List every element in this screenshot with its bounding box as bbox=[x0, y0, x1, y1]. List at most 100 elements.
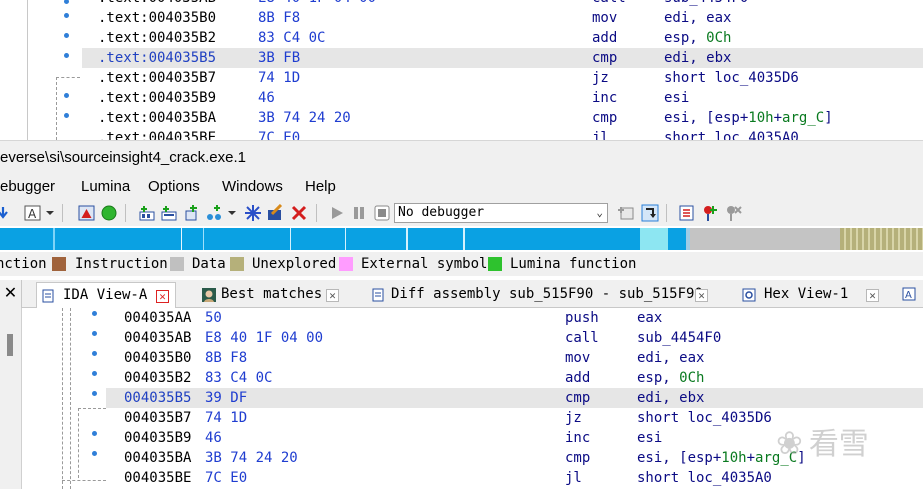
tab-close-icon[interactable]: ✕ bbox=[326, 289, 339, 302]
step-into-icon[interactable] bbox=[641, 204, 659, 222]
listing-row[interactable]: 004035B2 83 C4 0C add esp, 0Ch bbox=[106, 368, 923, 388]
watermark-text: 看雪 bbox=[808, 427, 869, 462]
legend-label-instruction: Instruction bbox=[75, 256, 168, 272]
operand: short loc_4035A0 bbox=[664, 130, 799, 140]
chevron-down-icon: ⌄ bbox=[596, 206, 603, 219]
nav-segment bbox=[406, 228, 408, 250]
tab-diff-assembly[interactable]: Diff assembly sub_515F90 - sub_515F90 ✕ bbox=[369, 282, 719, 308]
tab-close-icon[interactable]: ✕ bbox=[156, 290, 169, 303]
breakpoint-warning-icon[interactable] bbox=[78, 204, 96, 222]
legend-swatch-unexplored bbox=[230, 257, 244, 271]
listing-row[interactable]: .text:004035B7 74 1D jz short loc_4035D6 bbox=[82, 68, 923, 88]
operand: esp, 0Ch bbox=[637, 370, 705, 386]
opcode-bytes: 83 C4 0C bbox=[205, 370, 273, 386]
opcode-bytes: E8 40 1F 04 00 bbox=[205, 330, 324, 346]
debugger-select[interactable]: No debugger ⌄ bbox=[394, 203, 608, 223]
address: 004035AB bbox=[124, 330, 192, 346]
xref-star-icon[interactable] bbox=[244, 204, 262, 222]
delete-breakpoint-icon[interactable] bbox=[724, 204, 742, 222]
operand: short loc_4035A0 bbox=[637, 470, 772, 486]
mnemonic: jl bbox=[592, 130, 609, 140]
listing-row[interactable]: 004035AB E8 40 1F 04 00 call sub_4454F0 bbox=[106, 328, 923, 348]
opcode-bytes: 7C E0 bbox=[205, 470, 248, 486]
listing-row[interactable]: 004035B0 8B F8 mov edi, eax bbox=[106, 348, 923, 368]
dropdown-arrow-icon[interactable] bbox=[226, 204, 238, 222]
watermark-logo: ❀ 看雪 bbox=[776, 424, 869, 462]
menu-help[interactable]: Help bbox=[305, 174, 336, 200]
legend-swatch-lumina-function bbox=[488, 257, 502, 271]
close-icon[interactable]: ✕ bbox=[0, 280, 22, 308]
create-function-icon[interactable] bbox=[138, 204, 156, 222]
toggle-breakpoint-icon[interactable] bbox=[701, 204, 719, 222]
navigation-band[interactable] bbox=[0, 228, 923, 250]
tab-ida-view-a[interactable]: IDA View-A ✕ bbox=[36, 282, 176, 308]
menu-debugger[interactable]: ebugger bbox=[0, 174, 55, 200]
address: 004035B0 bbox=[124, 350, 192, 366]
flow-dot bbox=[92, 391, 97, 396]
nav-segment bbox=[290, 228, 291, 250]
mnemonic: add bbox=[592, 30, 618, 46]
structures-icon[interactable]: A bbox=[902, 287, 916, 301]
flow-dot bbox=[92, 371, 97, 376]
listing-row-selected[interactable]: .text:004035B5 3B FB cmp edi, ebx bbox=[82, 48, 923, 68]
edit-patch-icon[interactable] bbox=[266, 204, 284, 222]
nav-segment bbox=[0, 228, 180, 250]
listing-row[interactable]: .text:004035B2 83 C4 0C add esp, 0Ch bbox=[82, 28, 923, 48]
tab-label: Diff assembly sub_515F90 - sub_515F90 bbox=[391, 286, 703, 302]
tab-label: IDA View-A bbox=[63, 287, 148, 303]
listing-row[interactable]: 004035BE 7C E0 jl short loc_4035A0 bbox=[106, 468, 923, 488]
arrow-down-icon[interactable] bbox=[0, 204, 12, 222]
avatar-icon bbox=[202, 288, 216, 302]
mnemonic: add bbox=[565, 370, 591, 386]
listing-row[interactable]: 004035AA 50 push eax bbox=[106, 308, 923, 328]
jump-arrow bbox=[70, 308, 71, 489]
mnemonic: inc bbox=[565, 430, 591, 446]
side-scrollbar[interactable] bbox=[0, 308, 22, 489]
operand: short loc_4035D6 bbox=[664, 70, 799, 86]
scroll-thumb[interactable] bbox=[7, 334, 13, 356]
menu-options[interactable]: Options bbox=[148, 174, 200, 200]
toolbar-separator bbox=[316, 204, 317, 222]
toolbar: A No debugger ⌄ bbox=[0, 200, 923, 226]
listing-row[interactable]: .text:004035B0 8B F8 mov edi, eax bbox=[82, 8, 923, 28]
listing-row-selected[interactable]: 004035B5 39 DF cmp edi, ebx bbox=[106, 388, 923, 408]
tab-best-matches[interactable]: Best matches ✕ bbox=[200, 282, 350, 308]
operand: edi, ebx bbox=[637, 390, 705, 406]
tab-hex-view-1[interactable]: Hex View-1 ✕ bbox=[740, 282, 890, 308]
listing-row[interactable]: .text:004035BA 3B 74 24 20 cmp esi, [esp+10… bbox=[82, 108, 923, 128]
mnemonic: push bbox=[565, 310, 599, 326]
operand: edi, ebx bbox=[664, 50, 732, 66]
flow-gutter bbox=[0, 0, 82, 140]
listing-row[interactable]: .text:004035B9 46 inc esi bbox=[82, 88, 923, 108]
flow-dot bbox=[64, 93, 69, 98]
flow-dot bbox=[64, 33, 69, 38]
document-icon bbox=[372, 288, 384, 302]
address: 004035B7 bbox=[124, 410, 192, 426]
attach-process-icon[interactable] bbox=[617, 204, 635, 222]
svg-text:A: A bbox=[905, 290, 912, 301]
breakpoint-list-icon[interactable] bbox=[678, 204, 696, 222]
color-legend: nction Instruction Data Unexplored Exter… bbox=[0, 252, 923, 276]
delete-x-icon[interactable] bbox=[290, 204, 308, 222]
run-green-icon[interactable] bbox=[100, 204, 118, 222]
menu-lumina[interactable]: Lumina bbox=[81, 174, 130, 200]
tab-bar: IDA View-A ✕ Best matches ✕ Diff assembl… bbox=[22, 280, 923, 308]
toolbar-separator bbox=[666, 204, 667, 222]
tab-close-icon[interactable]: ✕ bbox=[695, 289, 708, 302]
play-icon[interactable] bbox=[328, 204, 346, 222]
address: .text:004035B2 bbox=[98, 30, 217, 46]
add-segment-icon[interactable] bbox=[183, 204, 201, 222]
stop-icon[interactable] bbox=[373, 204, 391, 222]
menu-windows[interactable]: Windows bbox=[222, 174, 283, 200]
listing-row[interactable]: .text:004035AB E8 40 1F 04 00 call sub_4454… bbox=[82, 0, 923, 8]
dropdown-arrow-icon[interactable] bbox=[44, 204, 56, 222]
flow-dot bbox=[64, 113, 69, 118]
pause-icon[interactable] bbox=[350, 204, 368, 222]
create-struct-icon[interactable] bbox=[160, 204, 178, 222]
tab-close-icon[interactable]: ✕ bbox=[866, 289, 879, 302]
text-view-icon[interactable]: A bbox=[24, 204, 42, 222]
graph-add-icon[interactable] bbox=[205, 204, 223, 222]
opcode-bytes: 46 bbox=[205, 430, 222, 446]
window-title-bar[interactable]: everse\si\sourceinsight4_crack.exe.1 bbox=[0, 140, 923, 174]
listing-row[interactable]: .text:004035BE 7C E0 jl short loc_4035A0 bbox=[82, 128, 923, 140]
